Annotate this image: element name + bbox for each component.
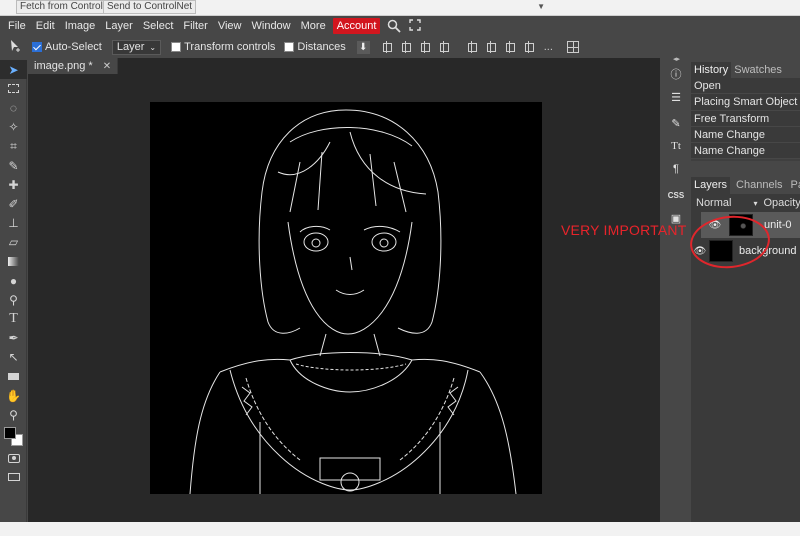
menu-file[interactable]: File <box>3 16 31 36</box>
menu-view[interactable]: View <box>213 16 247 36</box>
css-icon[interactable]: CSS <box>665 185 687 205</box>
tab-channels[interactable]: Channels <box>733 177 785 194</box>
paragraph-icon[interactable]: ¶ <box>665 159 687 179</box>
auto-select-label: Auto-Select <box>45 41 102 53</box>
fullscreen-icon[interactable] <box>408 19 422 33</box>
layer-options-row: Normal ▾ Opacity: 1 <box>691 194 800 212</box>
annotation-text: VERY IMPORTANT <box>561 222 687 238</box>
chevron-down-icon[interactable]: ▼ <box>537 2 545 11</box>
quick-mask-icon[interactable] <box>0 449 27 468</box>
chevron-down-icon[interactable]: ▾ <box>753 199 757 208</box>
tab-layers[interactable]: Layers <box>691 177 731 194</box>
auto-select-checkbox[interactable]: Auto-Select <box>32 41 102 53</box>
history-item[interactable]: Name Change <box>691 143 800 160</box>
brush-tool-icon[interactable]: ✐ <box>0 194 27 213</box>
marquee-tool-icon[interactable] <box>0 79 27 98</box>
align-left-icon[interactable] <box>381 41 393 53</box>
brush-settings-icon[interactable]: ✎ <box>665 113 687 133</box>
account-button[interactable]: Account <box>332 18 381 34</box>
align-center-icon[interactable] <box>419 41 431 53</box>
opacity-label: Opacity: <box>763 197 800 209</box>
magic-wand-icon[interactable]: ✧ <box>0 118 27 137</box>
document-tab-title: image.png * <box>34 60 93 72</box>
checkbox-icon[interactable] <box>171 42 182 52</box>
foreground-color[interactable] <box>4 426 16 439</box>
distances-checkbox[interactable]: Distances <box>284 41 346 53</box>
bottom-strip <box>0 522 800 536</box>
lineart-image <box>189 109 517 494</box>
checkbox-icon[interactable] <box>284 42 295 52</box>
search-icon[interactable] <box>387 19 402 33</box>
checkbox-checked-icon[interactable] <box>32 42 42 52</box>
move-tool-icon[interactable]: ➤ <box>0 60 27 80</box>
menu-edit[interactable]: Edit <box>31 16 60 36</box>
dodge-tool-icon[interactable]: ⚲ <box>0 290 27 309</box>
document-tab[interactable]: image.png * ✕ <box>28 58 119 74</box>
eyedropper-icon[interactable]: ✎ <box>0 156 27 175</box>
document-area: image.png * ✕ <box>28 58 660 522</box>
transform-controls-label: Transform controls <box>184 41 276 53</box>
tab-swatches[interactable]: Swatches <box>731 62 785 78</box>
hand-tool-icon[interactable]: ✋ <box>0 386 27 405</box>
history-item[interactable]: Placing Smart Object <box>691 94 800 111</box>
layer-target-value: Layer <box>116 40 145 53</box>
blur-tool-icon[interactable]: ● <box>0 271 27 290</box>
photopea-app: File Edit Image Layer Select Filter View… <box>0 16 800 522</box>
shape-tool-icon[interactable] <box>0 367 27 386</box>
distribute-center-icon[interactable] <box>485 41 497 53</box>
distribute-right-icon[interactable] <box>504 41 516 53</box>
blend-mode-select[interactable]: Normal <box>696 197 731 209</box>
layers-panel-tabs: Layers Channels Paths <box>691 177 800 194</box>
align-top-icon[interactable] <box>400 41 412 53</box>
distribute-top-icon[interactable] <box>523 41 535 53</box>
toolbox: ➤ ◌ ✧ ⌗ ✎ ✚ ✐ ⊥ ▱ ● ⚲ T ✒ ↖ ✋ ⚲ <box>0 60 27 522</box>
info-icon[interactable]: ⓘ <box>665 64 687 84</box>
move-tool-icon <box>8 39 26 56</box>
color-swatches[interactable] <box>0 425 27 449</box>
distances-label: Distances <box>297 41 346 53</box>
align-bottom-icon[interactable] <box>438 41 450 53</box>
send-to-controlnet-button[interactable]: Send to ControlNet <box>103 0 197 14</box>
layer-target-select[interactable]: Layer ⌄ <box>111 39 162 55</box>
menu-layer[interactable]: Layer <box>100 16 138 36</box>
history-item[interactable]: Free Transform <box>691 110 800 127</box>
layer-name: unit-0 <box>764 218 792 231</box>
clone-stamp-icon[interactable]: ⊥ <box>0 214 27 233</box>
transform-controls-checkbox[interactable]: Transform controls <box>171 41 275 53</box>
eraser-tool-icon[interactable]: ▱ <box>0 233 27 252</box>
gradient-tool-icon[interactable] <box>0 252 27 271</box>
chevron-down-icon: ⌄ <box>149 42 157 52</box>
tab-history[interactable]: History <box>691 62 732 78</box>
history-panel-tabs: History Swatches <box>691 62 800 78</box>
image-canvas[interactable] <box>150 102 542 494</box>
path-select-icon[interactable]: ↖ <box>0 348 27 367</box>
keyboard-icon[interactable] <box>0 468 27 487</box>
menu-filter[interactable]: Filter <box>178 16 212 36</box>
history-item[interactable]: Name Change <box>691 126 800 144</box>
pen-tool-icon[interactable]: ✒ <box>0 329 27 348</box>
download-icon[interactable]: ⬇ <box>356 40 370 54</box>
crop-tool-icon[interactable]: ⌗ <box>0 137 27 156</box>
zoom-tool-icon[interactable]: ⚲ <box>0 405 27 424</box>
distribute-left-icon[interactable] <box>466 41 478 53</box>
menu-bar: File Edit Image Layer Select Filter View… <box>0 16 800 36</box>
history-item[interactable]: Open <box>691 78 800 95</box>
more-options-button[interactable]: ... <box>544 41 553 53</box>
menu-select[interactable]: Select <box>138 16 179 36</box>
menu-image[interactable]: Image <box>60 16 101 36</box>
history-panel: History Swatches Open Placing Smart Obje… <box>691 62 800 161</box>
type-tool-icon[interactable]: T <box>0 309 27 328</box>
lasso-tool-icon[interactable]: ◌ <box>0 98 27 117</box>
close-icon[interactable]: ✕ <box>103 61 111 72</box>
extension-strip: Fetch from ControlNet Send to ControlNet… <box>0 0 800 16</box>
menu-more[interactable]: More <box>296 16 331 36</box>
menu-window[interactable]: Window <box>247 16 296 36</box>
tab-paths[interactable]: Paths <box>788 177 800 194</box>
grid-icon[interactable] <box>566 41 579 53</box>
adjustments-icon[interactable]: ☰ <box>665 87 687 107</box>
character-icon[interactable]: Tt <box>665 136 687 156</box>
healing-brush-icon[interactable]: ✚ <box>0 175 27 194</box>
